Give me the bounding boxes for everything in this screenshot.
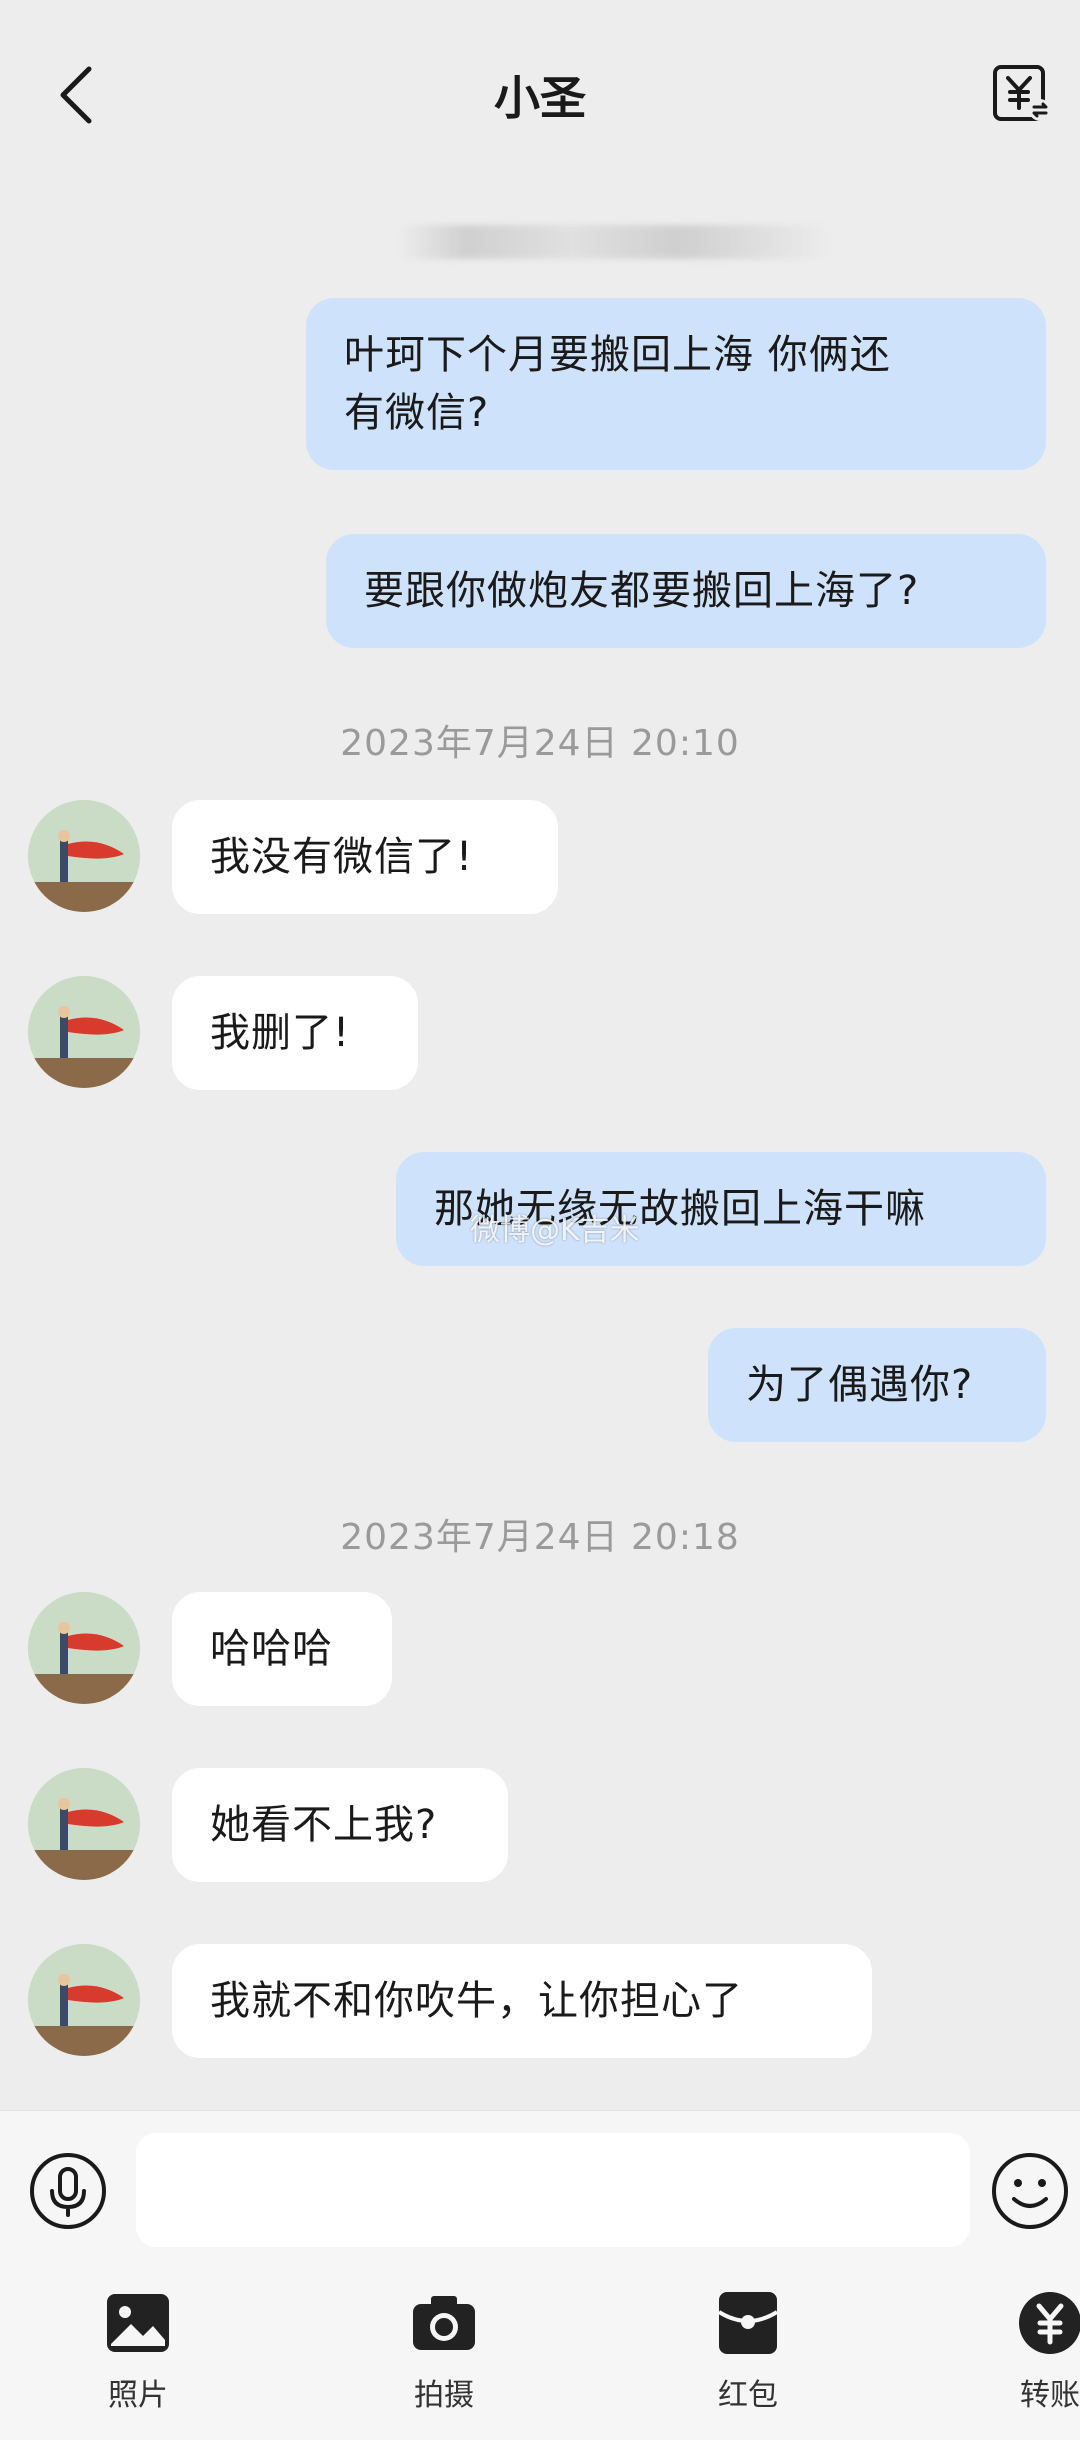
avatar-image — [28, 1592, 140, 1704]
avatar-image — [28, 976, 140, 1088]
message-timestamp: 2023年7月24日 20:10 — [340, 723, 740, 764]
message-timestamp: 2023年7月24日 20:18 — [340, 1517, 740, 1558]
toolbar-transfer[interactable]: 转账 — [970, 2288, 1080, 2414]
message-text-line: 要跟你做炮友都要搬回上海了? — [364, 568, 920, 614]
message-text-line: 我没有微信了! — [210, 834, 474, 880]
message-text-line: 为了偶遇你? — [746, 1362, 974, 1408]
avatar[interactable] — [28, 1944, 140, 2056]
message-text-line: 那她无缘无故搬回上海干嘛 — [434, 1186, 926, 1232]
emoji-button[interactable] — [990, 2151, 1070, 2231]
avatar[interactable] — [28, 800, 140, 912]
message-input-bar — [0, 2110, 1080, 2271]
toolbar-camera[interactable]: 拍摄 — [364, 2288, 524, 2414]
toolbar-label: 照片 — [108, 2378, 168, 2413]
microphone-icon — [30, 2153, 106, 2229]
avatar[interactable] — [28, 1592, 140, 1704]
toolbar-red-packet[interactable]: 红包 — [668, 2288, 828, 2414]
avatar[interactable] — [28, 1768, 140, 1880]
message-text-line: 我删了! — [210, 1010, 351, 1056]
message-input[interactable] — [136, 2133, 970, 2247]
message-bubble-sent[interactable]: 那她无缘无故搬回上海干嘛 — [396, 1152, 1046, 1266]
avatar[interactable] — [28, 976, 140, 1088]
transfer-icon — [1019, 2292, 1080, 2354]
emoji-icon — [992, 2153, 1068, 2229]
message-bubble-sent[interactable]: 叶珂下个月要搬回上海 你俩还 有微信? — [306, 298, 1046, 470]
avatar-image — [28, 1944, 140, 2056]
message-bubble-received[interactable]: 我删了! — [172, 976, 418, 1090]
chat-messages: 叶珂下个月要搬回上海 你俩还 有微信? 要跟你做炮友都要搬回上海了? 2023年… — [0, 0, 1080, 2110]
voice-input-button[interactable] — [28, 2151, 108, 2231]
chat-toolbar: 照片 拍摄 红包 转账 — [0, 2270, 1080, 2440]
message-bubble-received[interactable]: 哈哈哈 — [172, 1592, 392, 1706]
camera-icon — [413, 2296, 475, 2350]
message-text-line: 哈哈哈 — [210, 1626, 333, 1672]
message-text-line: 有微信? — [344, 390, 490, 436]
avatar-image — [28, 1768, 140, 1880]
message-bubble-sent[interactable]: 为了偶遇你? — [708, 1328, 1046, 1442]
message-text-line: 叶珂下个月要搬回上海 你俩还 — [344, 332, 891, 378]
toolbar-label: 转账 — [1020, 2378, 1080, 2413]
toolbar-label: 红包 — [718, 2378, 778, 2413]
message-text-line: 我就不和你吹牛，让你担心了 — [210, 1978, 743, 2024]
red-packet-icon — [717, 2292, 779, 2354]
message-bubble-received[interactable]: 我没有微信了! — [172, 800, 558, 914]
message-bubble-received[interactable]: 她看不上我? — [172, 1768, 508, 1882]
message-bubble-sent[interactable]: 要跟你做炮友都要搬回上海了? — [326, 534, 1046, 648]
avatar-image — [28, 800, 140, 912]
message-bubble-received[interactable]: 我就不和你吹牛，让你担心了 — [172, 1944, 872, 2058]
toolbar-label: 拍摄 — [414, 2378, 474, 2413]
toolbar-photo[interactable]: 照片 — [58, 2288, 218, 2414]
message-text-line: 她看不上我? — [210, 1802, 438, 1848]
photo-icon — [107, 2294, 169, 2352]
